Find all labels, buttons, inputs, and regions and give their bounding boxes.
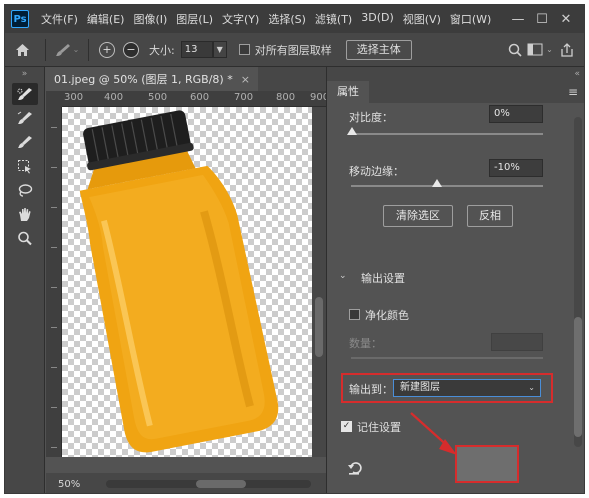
window-controls: — ☐ ✕ <box>506 9 578 29</box>
divider <box>45 38 46 61</box>
menu-view[interactable]: 视图(V) <box>403 11 441 27</box>
ruler-tick-label: 300 <box>64 92 84 103</box>
menu-edit[interactable]: 编辑(E) <box>87 11 125 27</box>
home-icon[interactable] <box>5 43 39 57</box>
ok-button-obscured[interactable] <box>455 445 519 483</box>
document-tab[interactable]: 01.jpeg @ 50% (图层 1, RGB/8) * × <box>46 67 258 91</box>
ruler-tick-label: 600 <box>190 92 210 103</box>
document-tabbar: 01.jpeg @ 50% (图层 1, RGB/8) * × <box>46 67 326 91</box>
menu-items: 文件(F) 编辑(E) 图像(I) 图层(L) 文字(Y) 选择(S) 滤镜(T… <box>41 11 500 27</box>
menu-type[interactable]: 文字(Y) <box>222 11 259 27</box>
refine-edge-brush-icon[interactable] <box>12 107 38 129</box>
photoshop-window: Ps 文件(F) 编辑(E) 图像(I) 图层(L) 文字(Y) 选择(S) 滤… <box>4 4 585 494</box>
tools-panel: » <box>5 67 45 493</box>
options-bar: ⌄ + − 大小: 13 ▼ 对所有图层取样 选择主体 ⌄ <box>5 33 584 67</box>
chevron-down-icon[interactable]: ▼ <box>212 41 227 58</box>
maximize-button[interactable]: ☐ <box>530 9 554 29</box>
properties-panel: « 属性 ≡ 对比度： 0% 移动边缘： -10% 清除选区 反相 ⌄ 输出设置… <box>326 67 584 493</box>
size-input[interactable]: 13 <box>180 41 213 58</box>
canvas[interactable] <box>62 107 312 457</box>
plus-circle-icon[interactable]: + <box>99 41 115 58</box>
quick-selection-tool-icon[interactable] <box>11 83 38 105</box>
menu-3d[interactable]: 3D(D) <box>361 11 394 27</box>
divider <box>88 38 89 61</box>
annotation-arrow <box>410 412 457 455</box>
ruler-corner <box>46 91 62 107</box>
document-tab-title: 01.jpeg @ 50% (图层 1, RGB/8) * <box>54 73 233 86</box>
lasso-tool-icon[interactable] <box>12 179 38 201</box>
sample-all-checkbox[interactable] <box>238 44 250 55</box>
status-bar: 50% <box>46 473 326 493</box>
canvas-vertical-scrollbar[interactable] <box>312 107 326 457</box>
ruler-tick-label: 400 <box>104 92 124 103</box>
menu-bar: Ps 文件(F) 编辑(E) 图像(I) 图层(L) 文字(Y) 选择(S) 滤… <box>5 5 584 33</box>
ruler-tick-label: 500 <box>148 92 168 103</box>
minus-circle-icon[interactable]: − <box>123 41 139 58</box>
brush-tool-icon[interactable] <box>12 131 38 153</box>
size-label: 大小: <box>149 43 175 57</box>
menu-image[interactable]: 图像(I) <box>133 11 167 27</box>
ruler-tick-label: 700 <box>234 92 254 103</box>
sample-all-label: 对所有图层取样 <box>254 43 332 57</box>
ps-logo-icon: Ps <box>11 10 29 28</box>
hand-tool-icon[interactable] <box>12 203 38 225</box>
vertical-ruler <box>46 107 62 457</box>
document-area: 01.jpeg @ 50% (图层 1, RGB/8) * × 300 400 … <box>46 67 329 493</box>
menu-file[interactable]: 文件(F) <box>41 11 78 27</box>
panel-grip-icon[interactable]: » <box>5 67 44 81</box>
juice-bottle-image <box>79 110 279 453</box>
zoom-tool-icon[interactable] <box>12 227 38 249</box>
close-button[interactable]: ✕ <box>554 9 578 29</box>
menu-select[interactable]: 选择(S) <box>268 11 306 27</box>
search-icon[interactable] <box>504 43 526 57</box>
brush-icon[interactable]: ⌄ <box>52 43 82 57</box>
select-subject-button[interactable]: 选择主体 <box>345 39 412 60</box>
close-tab-icon[interactable]: × <box>241 73 250 86</box>
workspace-icon[interactable]: ⌄ <box>526 43 554 56</box>
share-icon[interactable] <box>554 42 580 57</box>
canvas-horizontal-scrollbar[interactable] <box>106 480 311 488</box>
object-selection-tool-icon[interactable] <box>12 155 38 177</box>
ruler-tick-label: 800 <box>276 92 296 103</box>
horizontal-ruler: 300 400 500 600 700 800 900 <box>62 91 329 107</box>
menu-window[interactable]: 窗口(W) <box>450 11 491 27</box>
menu-layer[interactable]: 图层(L) <box>176 11 213 27</box>
menu-filter[interactable]: 滤镜(T) <box>315 11 352 27</box>
minimize-button[interactable]: — <box>506 9 530 29</box>
zoom-level[interactable]: 50% <box>58 479 80 490</box>
